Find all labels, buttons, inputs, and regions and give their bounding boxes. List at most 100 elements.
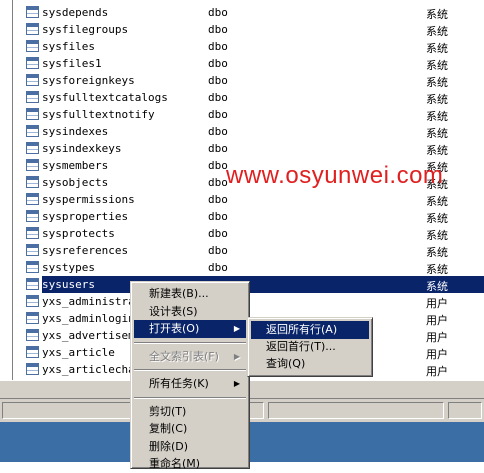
- submenu-item[interactable]: 返回首行(T)...: [251, 338, 369, 356]
- table-row[interactable]: sysreferences dbo 系统: [22, 242, 484, 259]
- context-menu-item: 全文索引表(F) ▶: [134, 348, 246, 366]
- table-icon: [26, 312, 39, 324]
- table-type: 系统: [426, 8, 448, 21]
- table-row[interactable]: yxs_administrat 用户: [22, 293, 484, 310]
- table-owner: dbo: [208, 193, 228, 206]
- table-icon: [26, 244, 39, 256]
- table-icon: [26, 261, 39, 273]
- menu-separator: [134, 369, 246, 371]
- table-name: sysindexkeys: [42, 142, 122, 155]
- menu-item-label: 剪切(T): [149, 404, 187, 418]
- table-owner: dbo: [208, 125, 228, 138]
- table-icon: [26, 346, 39, 358]
- submenu-arrow-icon: ▶: [233, 324, 240, 333]
- table-row[interactable]: sysfilegroups dbo 系统: [22, 21, 484, 38]
- table-type: 系统: [426, 42, 448, 55]
- table-type: 系统: [426, 195, 448, 208]
- table-type: 系统: [426, 144, 448, 157]
- table-owner: dbo: [208, 23, 228, 36]
- table-owner: dbo: [208, 6, 228, 19]
- submenu-item-label: 返回所有行(A): [266, 323, 338, 336]
- table-icon: [26, 40, 39, 52]
- table-name: sysusers: [42, 278, 95, 291]
- menu-item-label: 复制(C): [149, 422, 188, 435]
- table-type: 系统: [426, 110, 448, 123]
- menu-item-label: 打开表(O): [149, 322, 200, 335]
- table-icon: [26, 278, 39, 290]
- table-icon: [26, 159, 39, 171]
- table-type: 系统: [426, 212, 448, 225]
- context-menu-item[interactable]: 复制(C): [134, 420, 246, 438]
- table-row[interactable]: sysfiles dbo 系统: [22, 38, 484, 55]
- context-menu-item[interactable]: 重命名(M): [134, 455, 246, 473]
- menu-item-label: 删除(D): [149, 439, 189, 453]
- table-owner: dbo: [208, 142, 228, 155]
- table-name: sysobjects: [42, 176, 109, 189]
- menu-item-label: 设计表(S): [149, 304, 198, 318]
- table-type: 用户: [426, 297, 448, 310]
- table-icon: [26, 176, 39, 188]
- context-menu-item[interactable]: 删除(D): [134, 438, 246, 456]
- table-type: 系统: [426, 127, 448, 140]
- watermark-text: www.osyunwei.com: [226, 162, 444, 189]
- table-icon: [26, 23, 39, 35]
- table-icon: [26, 227, 39, 239]
- table-owner: dbo: [208, 91, 228, 104]
- table-name: sysforeignkeys: [42, 74, 135, 87]
- status-pane-secondary: [268, 402, 444, 419]
- table-name: yxs_article: [42, 346, 115, 359]
- table-name: sysfulltextcatalogs: [42, 91, 168, 104]
- submenu-arrow-icon: ▶: [233, 351, 240, 361]
- table-type: 系统: [426, 25, 448, 38]
- table-row[interactable]: sysforeignkeys dbo 系统: [22, 72, 484, 89]
- open-table-submenu: 返回所有行(A) 返回首行(T)... 查询(Q): [247, 317, 373, 377]
- status-pane-right: [448, 402, 482, 419]
- context-menu: 新建表(B)... 设计表(S) 打开表(O) ▶ 全文索引表(F) ▶ 所有任务(K) ▶ 剪…: [130, 281, 250, 470]
- table-icon: [26, 6, 39, 18]
- context-menu-item[interactable]: 打开表(O) ▶: [134, 320, 246, 338]
- table-row[interactable]: sysfulltextcatalogs dbo 系统: [22, 89, 484, 106]
- table-type: 系统: [426, 229, 448, 242]
- context-menu-item[interactable]: 所有任务(K) ▶: [134, 375, 246, 393]
- table-icon: [26, 142, 39, 154]
- table-type: 系统: [426, 263, 448, 276]
- table-icon: [26, 363, 39, 375]
- submenu-item[interactable]: 查询(Q): [251, 355, 369, 373]
- table-name: sysfilegroups: [42, 23, 129, 36]
- table-icon: [26, 210, 39, 222]
- table-name: sysproperties: [42, 210, 129, 223]
- context-menu-item[interactable]: 剪切(T): [134, 403, 246, 421]
- table-icon: [26, 193, 39, 205]
- table-icon: [26, 57, 39, 69]
- table-owner: dbo: [208, 176, 228, 189]
- table-icon: [26, 329, 39, 341]
- table-row[interactable]: sysdepends dbo 系统: [22, 4, 484, 21]
- table-row[interactable]: sysprotects dbo 系统: [22, 225, 484, 242]
- table-name: yxs_articlechan: [42, 363, 142, 376]
- table-row[interactable]: systypes dbo 系统: [22, 259, 484, 276]
- table-row[interactable]: sysfulltextnotify dbo 系统: [22, 106, 484, 123]
- table-owner: dbo: [208, 210, 228, 223]
- table-row[interactable]: sysusers 系统: [22, 276, 484, 293]
- table-row[interactable]: sysindexkeys dbo 系统: [22, 140, 484, 157]
- table-owner: dbo: [208, 261, 228, 274]
- table-row[interactable]: sysindexes dbo 系统: [22, 123, 484, 140]
- table-icon: [26, 295, 39, 307]
- context-menu-item[interactable]: 设计表(S): [134, 303, 246, 321]
- table-name: sysfulltextnotify: [42, 108, 155, 121]
- table-type: 系统: [426, 93, 448, 106]
- table-row[interactable]: sysproperties dbo 系统: [22, 208, 484, 225]
- menu-item-label: 所有任务(K): [149, 377, 209, 390]
- submenu-item[interactable]: 返回所有行(A): [251, 321, 369, 339]
- table-name: sysdepends: [42, 6, 109, 19]
- menu-item-label: 全文索引表(F): [149, 349, 219, 363]
- table-type: 用户: [426, 365, 448, 378]
- table-row[interactable]: syspermissions dbo 系统: [22, 191, 484, 208]
- submenu-item-label: 查询(Q): [266, 357, 306, 370]
- table-name: yxs_administrat: [42, 295, 142, 308]
- table-row[interactable]: sysfiles1 dbo 系统: [22, 55, 484, 72]
- table-type: 用户: [426, 331, 448, 344]
- submenu-item-label: 返回首行(T)...: [266, 340, 336, 353]
- menu-separator: [134, 341, 246, 344]
- context-menu-item[interactable]: 新建表(B)...: [134, 285, 246, 303]
